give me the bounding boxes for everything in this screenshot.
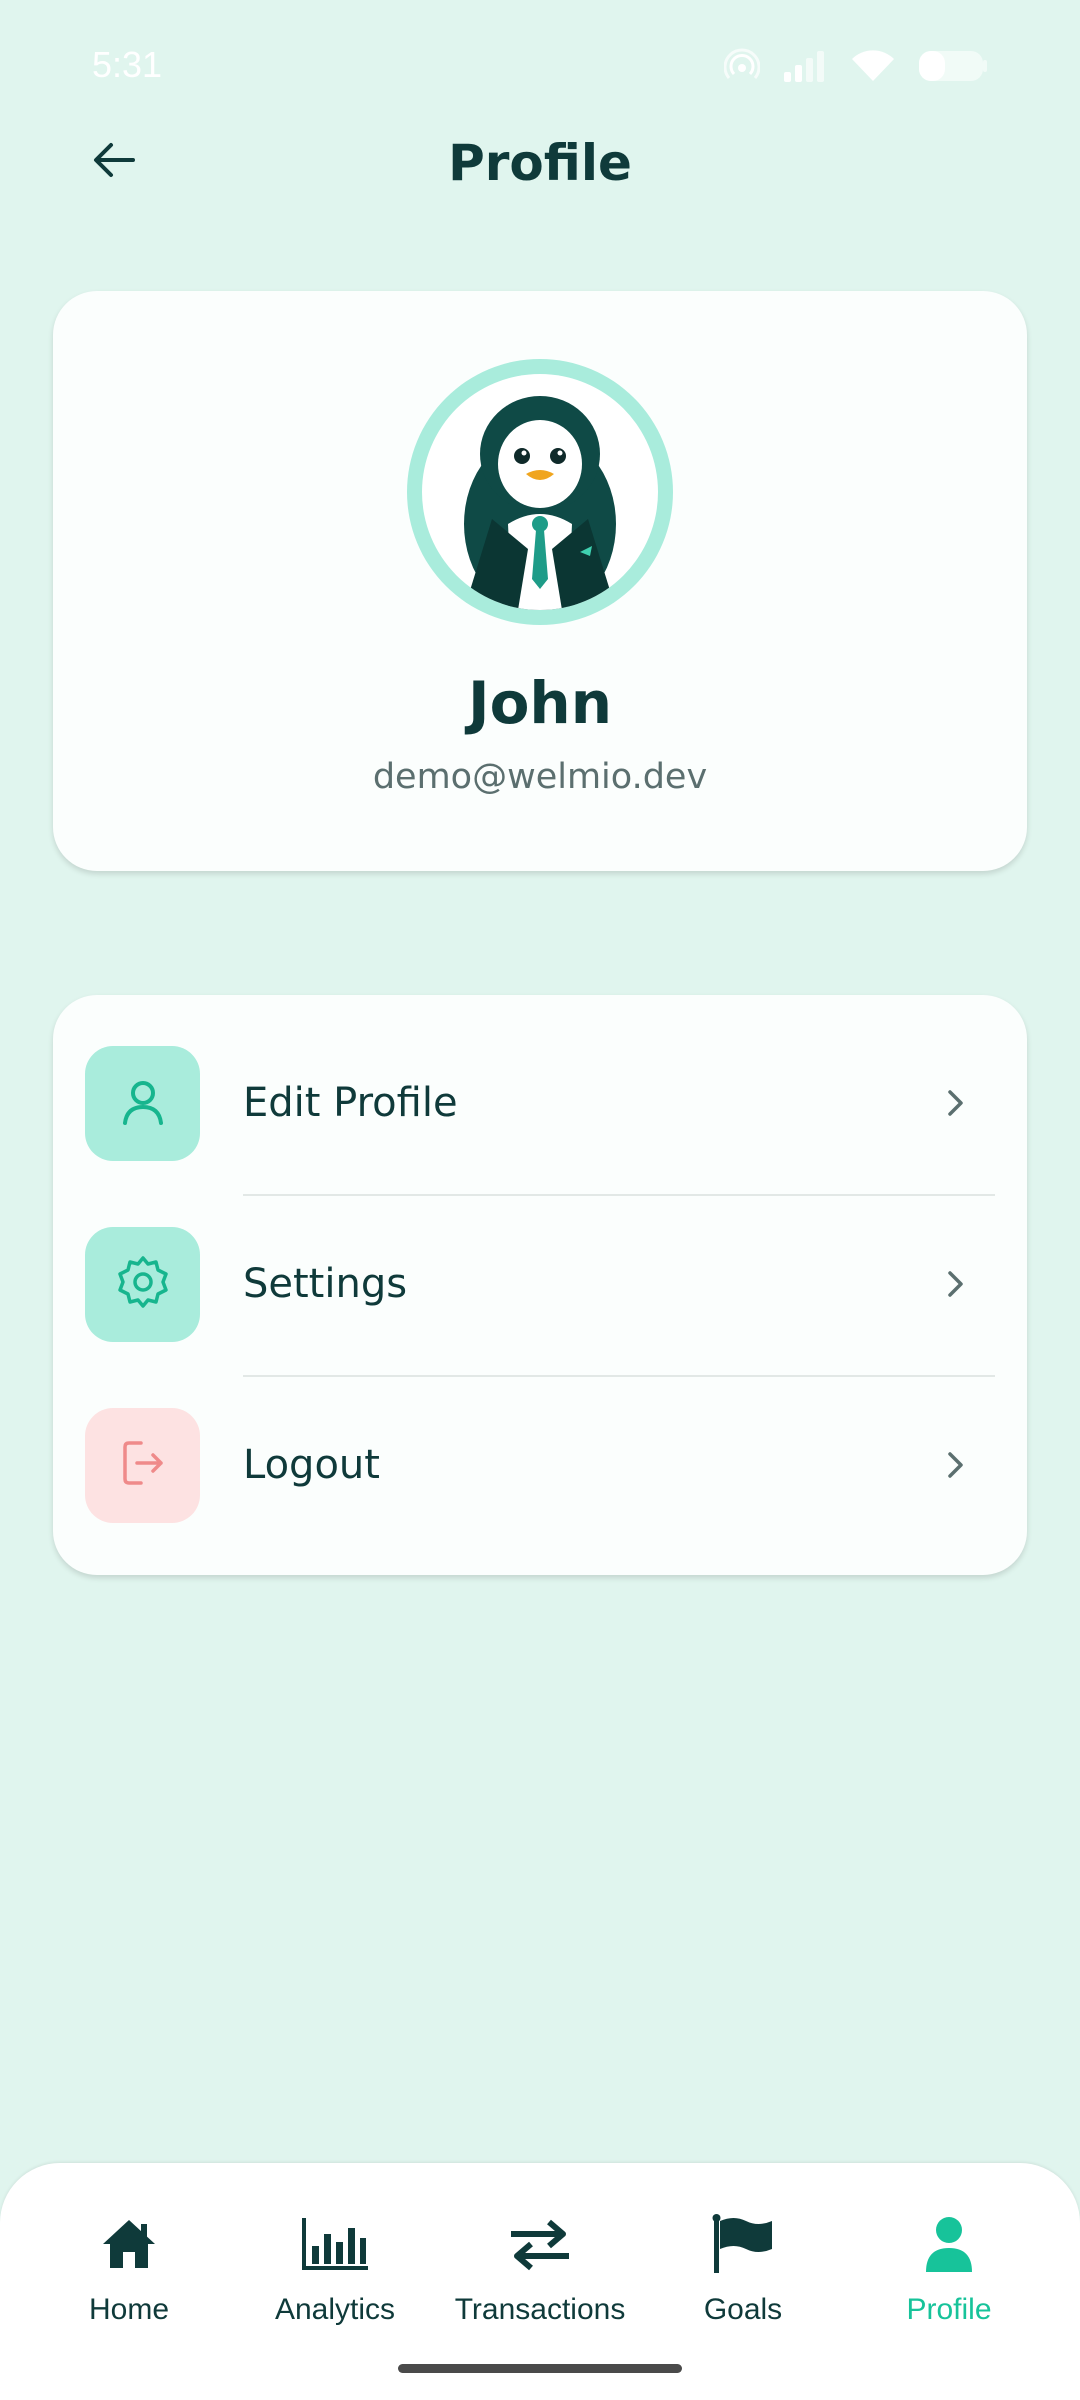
chevron-right-icon (935, 1445, 975, 1485)
menu-item-settings[interactable]: Settings (53, 1194, 1027, 1374)
edit-profile-icon-box (85, 1045, 200, 1161)
menu-item-logout[interactable]: Logout (53, 1375, 1027, 1555)
logout-icon (115, 1435, 171, 1495)
home-icon (94, 2209, 164, 2279)
nav-analytics[interactable]: Analytics (232, 2209, 438, 2339)
gear-icon (113, 1252, 173, 1316)
nav-profile[interactable]: Profile (846, 2209, 1052, 2339)
chevron-right-icon (935, 1083, 975, 1123)
menu-item-label: Settings (243, 1261, 408, 1307)
nav-home[interactable]: Home (26, 2209, 232, 2339)
signal-icon (782, 48, 828, 88)
battery-icon (918, 48, 988, 88)
menu-item-label: Edit Profile (243, 1080, 458, 1126)
nav-label: Transactions (454, 2293, 626, 2326)
status-bar: 5:31 (0, 0, 1080, 130)
chevron-right-icon (935, 1264, 975, 1304)
page-title: Profile (448, 134, 632, 192)
bar-chart-icon (300, 2209, 370, 2279)
menu-item-label: Logout (243, 1442, 380, 1488)
wifi-icon (850, 48, 896, 88)
transfer-arrows-icon (505, 2209, 575, 2279)
nav-goals[interactable]: Goals (640, 2209, 846, 2339)
user-filled-icon (914, 2209, 984, 2279)
top-app-bar: Profile (0, 130, 1080, 210)
flag-icon (708, 2209, 778, 2279)
avatar[interactable] (407, 359, 673, 625)
home-indicator[interactable] (398, 2364, 682, 2373)
profile-card: John demo@welmio.dev (53, 291, 1027, 871)
settings-icon-box (85, 1226, 200, 1342)
profile-name: John (467, 669, 612, 737)
status-icons (723, 48, 988, 88)
hotspot-icon (723, 48, 761, 88)
logout-icon-box (85, 1407, 200, 1523)
profile-email: demo@welmio.dev (372, 757, 708, 797)
user-icon (115, 1073, 171, 1133)
menu-item-edit-profile[interactable]: Edit Profile (53, 1013, 1027, 1193)
nav-label: Analytics (274, 2293, 396, 2326)
nav-label: Profile (906, 2293, 992, 2326)
status-time: 5:31 (92, 44, 163, 85)
nav-label: Home (88, 2293, 170, 2326)
profile-menu: Edit Profile Settings Logout (53, 995, 1027, 1575)
penguin-avatar-image (464, 396, 616, 610)
nav-transactions[interactable]: Transactions (437, 2209, 643, 2339)
nav-label: Goals (703, 2293, 783, 2326)
